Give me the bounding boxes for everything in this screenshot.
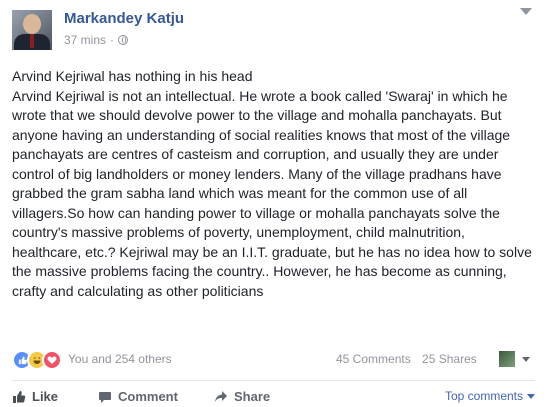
post-options-chevron-down-icon[interactable] <box>520 8 532 15</box>
share-button[interactable]: Share <box>214 389 270 404</box>
post-headline: Arvind Kejriwal has nothing in his head <box>12 68 253 84</box>
comment-label: Comment <box>118 389 178 404</box>
comments-count[interactable]: 45 Comments <box>336 352 411 366</box>
reaction-icons[interactable] <box>12 350 62 370</box>
speech-bubble-icon <box>98 390 112 404</box>
divider <box>12 380 535 381</box>
love-reaction-icon <box>42 350 62 370</box>
post-timestamp[interactable]: 37 mins <box>64 33 106 47</box>
like-label: Like <box>32 389 59 404</box>
like-button[interactable]: Like <box>12 389 58 404</box>
facebook-post: Markandey Katju 37 mins · Arvind Kejriwa… <box>0 0 547 404</box>
post-stats: 45 Comments 25 Shares <box>336 352 477 366</box>
author-avatar[interactable] <box>12 10 52 50</box>
author-name[interactable]: Markandey Katju <box>64 10 184 27</box>
shares-count[interactable]: 25 Shares <box>422 352 477 366</box>
post-body: Arvind Kejriwal has nothing in his head … <box>12 67 537 301</box>
chevron-down-icon[interactable] <box>522 357 530 362</box>
thumbs-up-icon <box>12 390 26 404</box>
comment-button[interactable]: Comment <box>98 389 178 404</box>
post-paragraph: Arvind Kejriwal is not an intellectual. … <box>12 87 532 299</box>
share-arrow-icon <box>214 390 228 404</box>
meta-separator: · <box>110 33 115 47</box>
reactions-count[interactable]: You and 254 others <box>68 352 172 366</box>
post-meta: 37 mins · <box>64 33 129 47</box>
globe-icon <box>118 35 129 45</box>
share-label: Share <box>234 389 271 404</box>
viewer-avatar[interactable] <box>499 351 515 367</box>
chevron-down-icon <box>527 393 535 399</box>
